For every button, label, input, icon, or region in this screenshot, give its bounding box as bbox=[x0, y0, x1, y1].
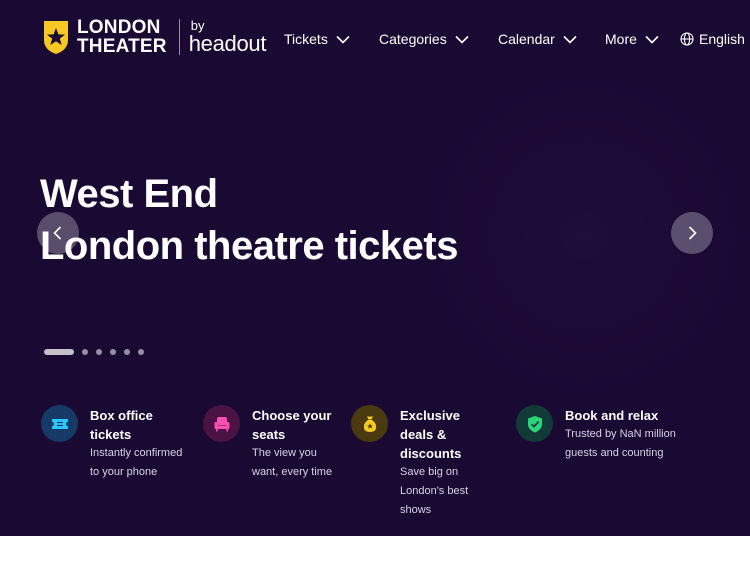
carousel-dot[interactable] bbox=[124, 349, 130, 355]
carousel-dot[interactable] bbox=[110, 349, 116, 355]
feature-title: Book and relax bbox=[565, 408, 659, 423]
shield-check-icon bbox=[527, 415, 542, 432]
feature-icon-badge bbox=[203, 405, 240, 442]
chevron-down-icon bbox=[645, 35, 659, 44]
main-nav: Tickets Categories Calendar More English bbox=[0, 28, 750, 50]
feature-description: The view you want, every time bbox=[252, 447, 333, 478]
feature-description: Trusted by NaN million guests and counti… bbox=[565, 428, 676, 459]
language-label: English bbox=[699, 31, 745, 47]
feature-title: Choose your seats bbox=[252, 408, 332, 442]
feature-exclusive-deals: Exclusive deals & discounts Save big on … bbox=[351, 405, 501, 520]
feature-choose-seats: Choose your seats The view you want, eve… bbox=[203, 405, 338, 482]
nav-calendar[interactable]: Calendar bbox=[498, 31, 577, 47]
feature-description: Instantly confirmed to your phone bbox=[90, 447, 183, 478]
money-bag-icon bbox=[363, 416, 376, 432]
nav-categories-label: Categories bbox=[379, 31, 447, 47]
feature-icon-badge bbox=[351, 405, 388, 442]
nav-tickets-label: Tickets bbox=[284, 31, 328, 47]
hero-banner: LONDON THEATER by headout Tickets Catego… bbox=[0, 0, 750, 536]
globe-icon bbox=[680, 32, 694, 46]
nav-tickets[interactable]: Tickets bbox=[284, 31, 350, 47]
carousel-next-button[interactable] bbox=[671, 212, 713, 254]
feature-box-office: Box office tickets Instantly confirmed t… bbox=[41, 405, 191, 482]
feature-icon-badge bbox=[516, 405, 553, 442]
hero-title-line-1: West End bbox=[40, 172, 218, 216]
seat-icon bbox=[214, 416, 229, 431]
nav-categories[interactable]: Categories bbox=[379, 31, 469, 47]
feature-description: Save big on London's best shows bbox=[400, 466, 469, 516]
carousel-dot[interactable] bbox=[82, 349, 88, 355]
language-selector[interactable]: English bbox=[680, 31, 745, 47]
chevron-right-icon bbox=[688, 226, 697, 240]
carousel-dot[interactable] bbox=[44, 349, 74, 355]
ticket-icon bbox=[51, 418, 68, 429]
nav-more-label: More bbox=[605, 31, 637, 47]
feature-title: Box office tickets bbox=[90, 408, 153, 442]
chevron-down-icon bbox=[563, 35, 577, 44]
carousel-dot[interactable] bbox=[138, 349, 144, 355]
carousel-dot[interactable] bbox=[96, 349, 102, 355]
hero-title-line-2: London theatre tickets bbox=[40, 224, 458, 268]
chevron-down-icon bbox=[336, 35, 350, 44]
carousel-indicators bbox=[44, 349, 152, 355]
chevron-down-icon bbox=[455, 35, 469, 44]
carousel-prev-button[interactable] bbox=[37, 212, 79, 254]
feature-icon-badge bbox=[41, 405, 78, 442]
nav-calendar-label: Calendar bbox=[498, 31, 555, 47]
feature-title: Exclusive deals & discounts bbox=[400, 408, 462, 461]
feature-book-relax: Book and relax Trusted by NaN million gu… bbox=[516, 405, 706, 463]
chevron-left-icon bbox=[53, 226, 62, 240]
hero-title: West End London theatre tickets bbox=[40, 168, 458, 272]
nav-more[interactable]: More bbox=[605, 31, 659, 47]
